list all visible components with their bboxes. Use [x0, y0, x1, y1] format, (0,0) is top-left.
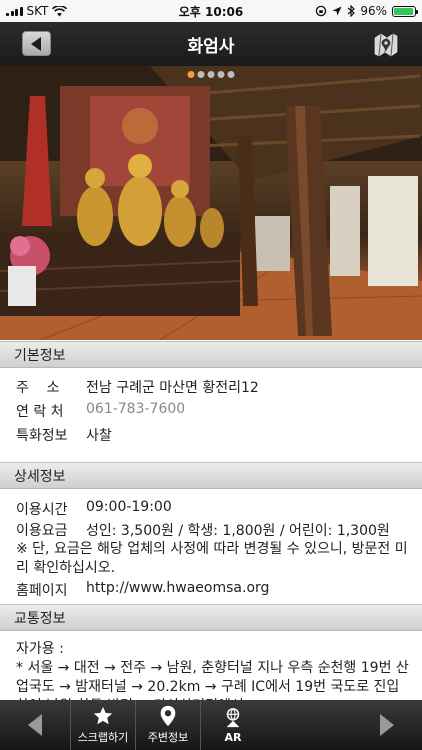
hours-value: 09:00-19:00 [86, 499, 172, 515]
title-bar: 화엄사 [0, 22, 422, 66]
ar-label: AR [224, 730, 242, 744]
bottom-toolbar: 스크랩하기 주변정보 AR [0, 700, 422, 750]
fee-note: ※ 단, 요금은 해당 업체의 사정에 따라 변경될 수 있으니, 방문전 미리… [16, 541, 408, 576]
back-button[interactable] [22, 31, 51, 56]
battery-icon [392, 5, 418, 17]
fee-row: 이용요금 성인: 3,500원 / 학생: 1,800원 / 어린이: 1,30… [16, 520, 390, 540]
feature-label: 특화정보 [16, 428, 68, 444]
pager-dot[interactable] [197, 71, 205, 78]
location-icon [332, 6, 342, 16]
star-icon [93, 706, 113, 725]
homepage-label: 홈페이지 [16, 583, 68, 599]
pager-dot[interactable] [217, 71, 225, 78]
status-left: SKT [0, 4, 68, 18]
scrap-label: 스크랩하기 [77, 731, 129, 744]
page-title: 화엄사 [187, 36, 235, 57]
status-right: 96% [315, 4, 422, 18]
scrap-button[interactable]: 스크랩하기 [70, 700, 135, 750]
pager-dot[interactable] [227, 71, 235, 78]
phone-row: 연 락 처 061-783-7600 [16, 401, 185, 421]
map-icon[interactable] [372, 30, 400, 58]
next-arrow-icon [380, 714, 394, 736]
image-pager-dots[interactable] [187, 71, 235, 78]
section-header-transport: 교통정보 [0, 604, 422, 631]
status-bar: SKT 오후 10:06 96% [0, 0, 422, 22]
nearby-label: 주변정보 [147, 731, 189, 744]
back-arrow-icon [30, 36, 41, 51]
wifi-icon [52, 5, 68, 16]
carrier-label: SKT [26, 4, 49, 18]
fee-label: 이용요금 [16, 523, 68, 539]
address-row: 주 소 전남 구례군 마산면 황전리12 [16, 377, 259, 397]
rotation-lock-icon [316, 5, 327, 17]
feature-value: 사찰 [86, 428, 112, 444]
section-header-basic-info: 기본정보 [0, 341, 422, 368]
transport-text: * 서울 → 대전 → 전주 → 남원, 춘향터널 지나 우측 순천행 19번 … [16, 660, 409, 700]
pager-dot[interactable] [207, 71, 215, 78]
phone-label: 연 락 처 [16, 404, 64, 420]
fee-value: 성인: 3,500원 / 학생: 1,800원 / 어린이: 1,300원 [86, 523, 390, 539]
pager-dot-active[interactable] [187, 71, 195, 78]
bluetooth-icon [347, 5, 356, 17]
ar-globe-icon [226, 707, 240, 727]
next-button[interactable] [352, 700, 422, 750]
address-label: 주 소 [16, 380, 60, 396]
battery-fill [394, 7, 414, 15]
feature-row: 특화정보 사찰 [16, 425, 112, 445]
hours-label: 이용시간 [16, 502, 68, 518]
phone-link[interactable]: 061-783-7600 [86, 401, 185, 421]
location-pin-icon [160, 705, 176, 727]
homepage-row: 홈페이지 http://www.hwaeomsa.org [16, 580, 269, 600]
homepage-link[interactable]: http://www.hwaeomsa.org [86, 580, 269, 600]
address-value: 전남 구례군 마산면 황전리12 [86, 380, 259, 396]
prev-button[interactable] [0, 700, 70, 750]
ar-button[interactable]: AR [200, 700, 265, 750]
battery-percent: 96% [360, 4, 387, 18]
temple-photo-illustration [0, 66, 422, 340]
hours-row: 이용시간 09:00-19:00 [16, 499, 172, 519]
nearby-button[interactable]: 주변정보 [135, 700, 200, 750]
prev-arrow-icon [28, 714, 42, 736]
transport-subtitle: 자가용 : [16, 641, 64, 657]
temple-interior-photo[interactable] [0, 66, 422, 340]
signal-icon [6, 6, 23, 16]
section-header-detail-info: 상세정보 [0, 462, 422, 489]
